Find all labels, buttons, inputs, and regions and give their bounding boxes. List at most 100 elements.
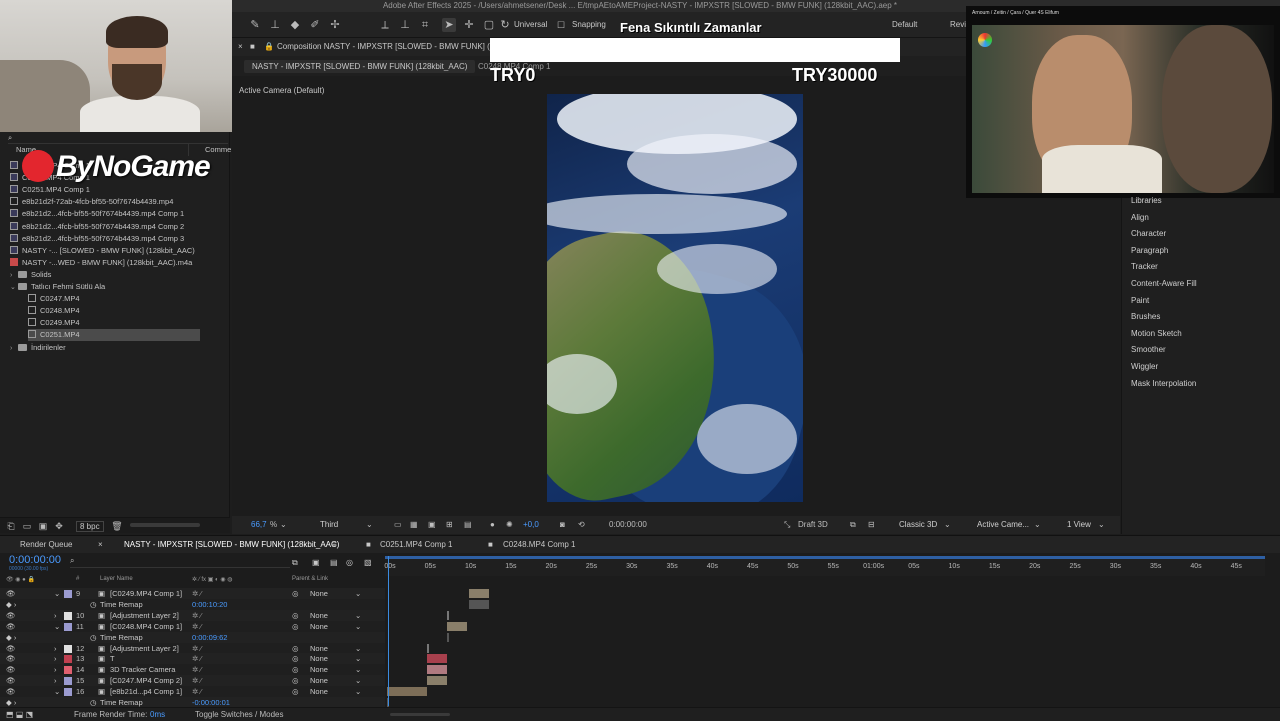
- camera-view-dropdown[interactable]: Active Came...: [977, 519, 1029, 531]
- resolution-dropdown[interactable]: Third: [320, 519, 338, 531]
- snapshot-icon[interactable]: ◙: [560, 519, 565, 531]
- time-remap-value[interactable]: 0:00:09:62: [192, 632, 227, 643]
- layer-duration-bar[interactable]: [447, 632, 449, 642]
- layer-duration-bar[interactable]: [427, 665, 447, 675]
- visibility-icon[interactable]: 👁: [6, 643, 16, 654]
- panel-item-content-aware-fill[interactable]: Content-Aware Fill: [1131, 279, 1197, 288]
- layer-row[interactable]: 👁 ⌄ 9 ▣ [C0249.MP4 Comp 1] ✲ ⁄ ◎ None ⌄: [0, 588, 385, 599]
- project-item[interactable]: C0248.MP4: [28, 305, 80, 317]
- disclosure-icon[interactable]: ⌄: [10, 282, 18, 294]
- layer-name[interactable]: [Adjustment Layer 2]: [110, 643, 179, 654]
- new-comp-icon[interactable]: ▣: [36, 519, 50, 533]
- draft3d-toggle[interactable]: Draft 3D: [798, 519, 828, 531]
- layer-label-color[interactable]: [64, 611, 72, 620]
- layer-property-row[interactable]: ◆ › ◷ Time Remap 0:00:10:20: [0, 598, 385, 610]
- layer-label-color[interactable]: [64, 644, 72, 653]
- layer-track[interactable]: [385, 610, 1265, 621]
- layer-duration-bar[interactable]: [447, 610, 449, 620]
- pick-whip-icon[interactable]: ◎: [292, 675, 299, 686]
- time-remap-value[interactable]: 0:00:10:20: [192, 599, 227, 610]
- layer-name[interactable]: 3D Tracker Camera: [110, 664, 175, 675]
- layer-duration-bar[interactable]: [447, 621, 467, 631]
- thumbnail-slider[interactable]: [130, 523, 200, 527]
- layer-disclosure-icon[interactable]: ›: [54, 653, 57, 664]
- view-layout-dropdown[interactable]: 1 View: [1067, 519, 1091, 531]
- rectangle-tool-icon[interactable]: ▢: [482, 18, 496, 32]
- tab-main-comp[interactable]: NASTY - IMPXSTR [SLOWED - BMW FUNK] (128…: [124, 540, 339, 549]
- layer-switches-icon[interactable]: ✲ ⁄: [192, 675, 202, 686]
- new-folder-icon[interactable]: ▭: [20, 519, 34, 533]
- visibility-icon[interactable]: 👁: [6, 675, 16, 686]
- layer-name[interactable]: Time Remap: [100, 599, 143, 610]
- project-item[interactable]: C0247.MP4: [28, 293, 80, 305]
- layer-row[interactable]: 👁 ⌄ 16 ▣ [e8b21d...p4 Comp 1] ✲ ⁄ ◎ None ⌄: [0, 686, 385, 698]
- layer-label-color[interactable]: [64, 688, 72, 697]
- graph-editor-icon[interactable]: ▧: [364, 558, 372, 567]
- panel-item-smoother[interactable]: Smoother: [1131, 345, 1166, 354]
- axis-view-icon[interactable]: ⌗: [418, 18, 432, 32]
- layer-label-color[interactable]: [64, 622, 72, 631]
- layer-name[interactable]: Time Remap: [100, 632, 143, 643]
- layer-name[interactable]: [e8b21d...p4 Comp 1]: [110, 686, 182, 697]
- visibility-icon[interactable]: 👁: [6, 653, 16, 664]
- tab-c0248[interactable]: C0248.MP4 Comp 1: [503, 540, 575, 549]
- layer-row[interactable]: 👁 › 15 ▣ [C0247.MP4 Comp 2] ✲ ⁄ ◎ None ⌄: [0, 675, 385, 687]
- transparency-grid-icon[interactable]: ▦: [410, 519, 418, 531]
- layer-row[interactable]: 👁 › 13 ▣ T ✲ ⁄ ◎ None ⌄: [0, 653, 385, 665]
- visibility-icon[interactable]: 👁: [6, 664, 16, 675]
- panel-item-tracker[interactable]: Tracker: [1131, 262, 1158, 271]
- project-item[interactable]: ⌄ Tatlıcı Fehmi Sütlü Ala: [10, 281, 105, 293]
- panel-item-wiggler[interactable]: Wiggler: [1131, 362, 1158, 371]
- project-search[interactable]: ⌕: [8, 132, 228, 144]
- rotate-tool-icon[interactable]: ↻: [498, 18, 512, 32]
- panel-item-paint[interactable]: Paint: [1131, 296, 1149, 305]
- extended-viewer-icon[interactable]: ⧉: [850, 519, 856, 531]
- layer-duration-bar[interactable]: [469, 599, 489, 609]
- composition-panel-title[interactable]: Composition NASTY - IMPXSTR [SLOWED - BM…: [277, 42, 507, 51]
- pick-whip-icon[interactable]: ◎: [292, 610, 299, 621]
- layer-disclosure-icon[interactable]: ›: [54, 664, 57, 675]
- pick-whip-icon[interactable]: ◎: [292, 643, 299, 654]
- axis-world-icon[interactable]: ⊥: [398, 18, 412, 32]
- layer-switches-icon[interactable]: ✲ ⁄: [192, 686, 202, 697]
- 3d-view-icon[interactable]: ▤: [464, 519, 472, 531]
- layer-disclosure-icon[interactable]: ›: [54, 675, 57, 686]
- parent-dropdown[interactable]: None: [310, 664, 328, 675]
- comp-viewer-footage[interactable]: [547, 94, 803, 502]
- zoom-dropdown-icon[interactable]: ⌄: [280, 519, 287, 531]
- layer-disclosure-icon[interactable]: ⌄: [54, 621, 60, 632]
- show-snapshot-icon[interactable]: ⟲: [578, 519, 585, 531]
- layer-row[interactable]: 👁 › 12 ▣ [Adjustment Layer 2] ✲ ⁄ ◎ None ⌄: [0, 642, 385, 654]
- layer-track[interactable]: [385, 632, 1265, 643]
- project-item[interactable]: NASTY -... [SLOWED - BMW FUNK] (128kbit_…: [10, 245, 195, 257]
- layer-disclosure-icon[interactable]: ›: [54, 643, 57, 654]
- clone-stamp-icon[interactable]: ⊥: [268, 18, 282, 32]
- parent-dropdown[interactable]: None: [310, 610, 328, 621]
- layer-track[interactable]: [385, 675, 1265, 686]
- layer-label-color[interactable]: [64, 677, 72, 686]
- selection-tool-icon[interactable]: ➤: [442, 18, 456, 32]
- layer-label-color[interactable]: [64, 655, 72, 664]
- layer-name[interactable]: T: [110, 653, 115, 664]
- panel-item-motion-sketch[interactable]: Motion Sketch: [1131, 329, 1182, 338]
- workspace-default[interactable]: Default: [892, 20, 917, 29]
- motion-blur-icon[interactable]: ◎: [346, 558, 353, 567]
- panel-item-paragraph[interactable]: Paragraph: [1131, 246, 1168, 255]
- comp-lock-icon[interactable]: 🔒: [264, 42, 274, 51]
- panel-item-align[interactable]: Align: [1131, 213, 1149, 222]
- region-of-interest-icon[interactable]: ▭: [394, 519, 402, 531]
- layer-duration-bar[interactable]: [427, 654, 447, 664]
- keyframe-nav-icon[interactable]: ◆ ›: [6, 632, 16, 643]
- visibility-icon[interactable]: 👁: [6, 610, 16, 621]
- layer-track[interactable]: [385, 643, 1265, 654]
- comp-flowchart-icon[interactable]: ⧉: [292, 558, 298, 568]
- layer-disclosure-icon[interactable]: ›: [54, 610, 57, 621]
- layer-switches-icon[interactable]: ✲ ⁄: [192, 621, 202, 632]
- panel-item-character[interactable]: Character: [1131, 229, 1166, 238]
- disclosure-icon[interactable]: ›: [10, 343, 18, 355]
- pick-whip-icon[interactable]: ◎: [292, 588, 299, 599]
- stopwatch-icon[interactable]: ◷: [90, 599, 97, 610]
- guides-icon[interactable]: ⊞: [446, 519, 453, 531]
- layer-switches-icon[interactable]: ✲ ⁄: [192, 664, 202, 675]
- layer-switches-icon[interactable]: ✲ ⁄: [192, 643, 202, 654]
